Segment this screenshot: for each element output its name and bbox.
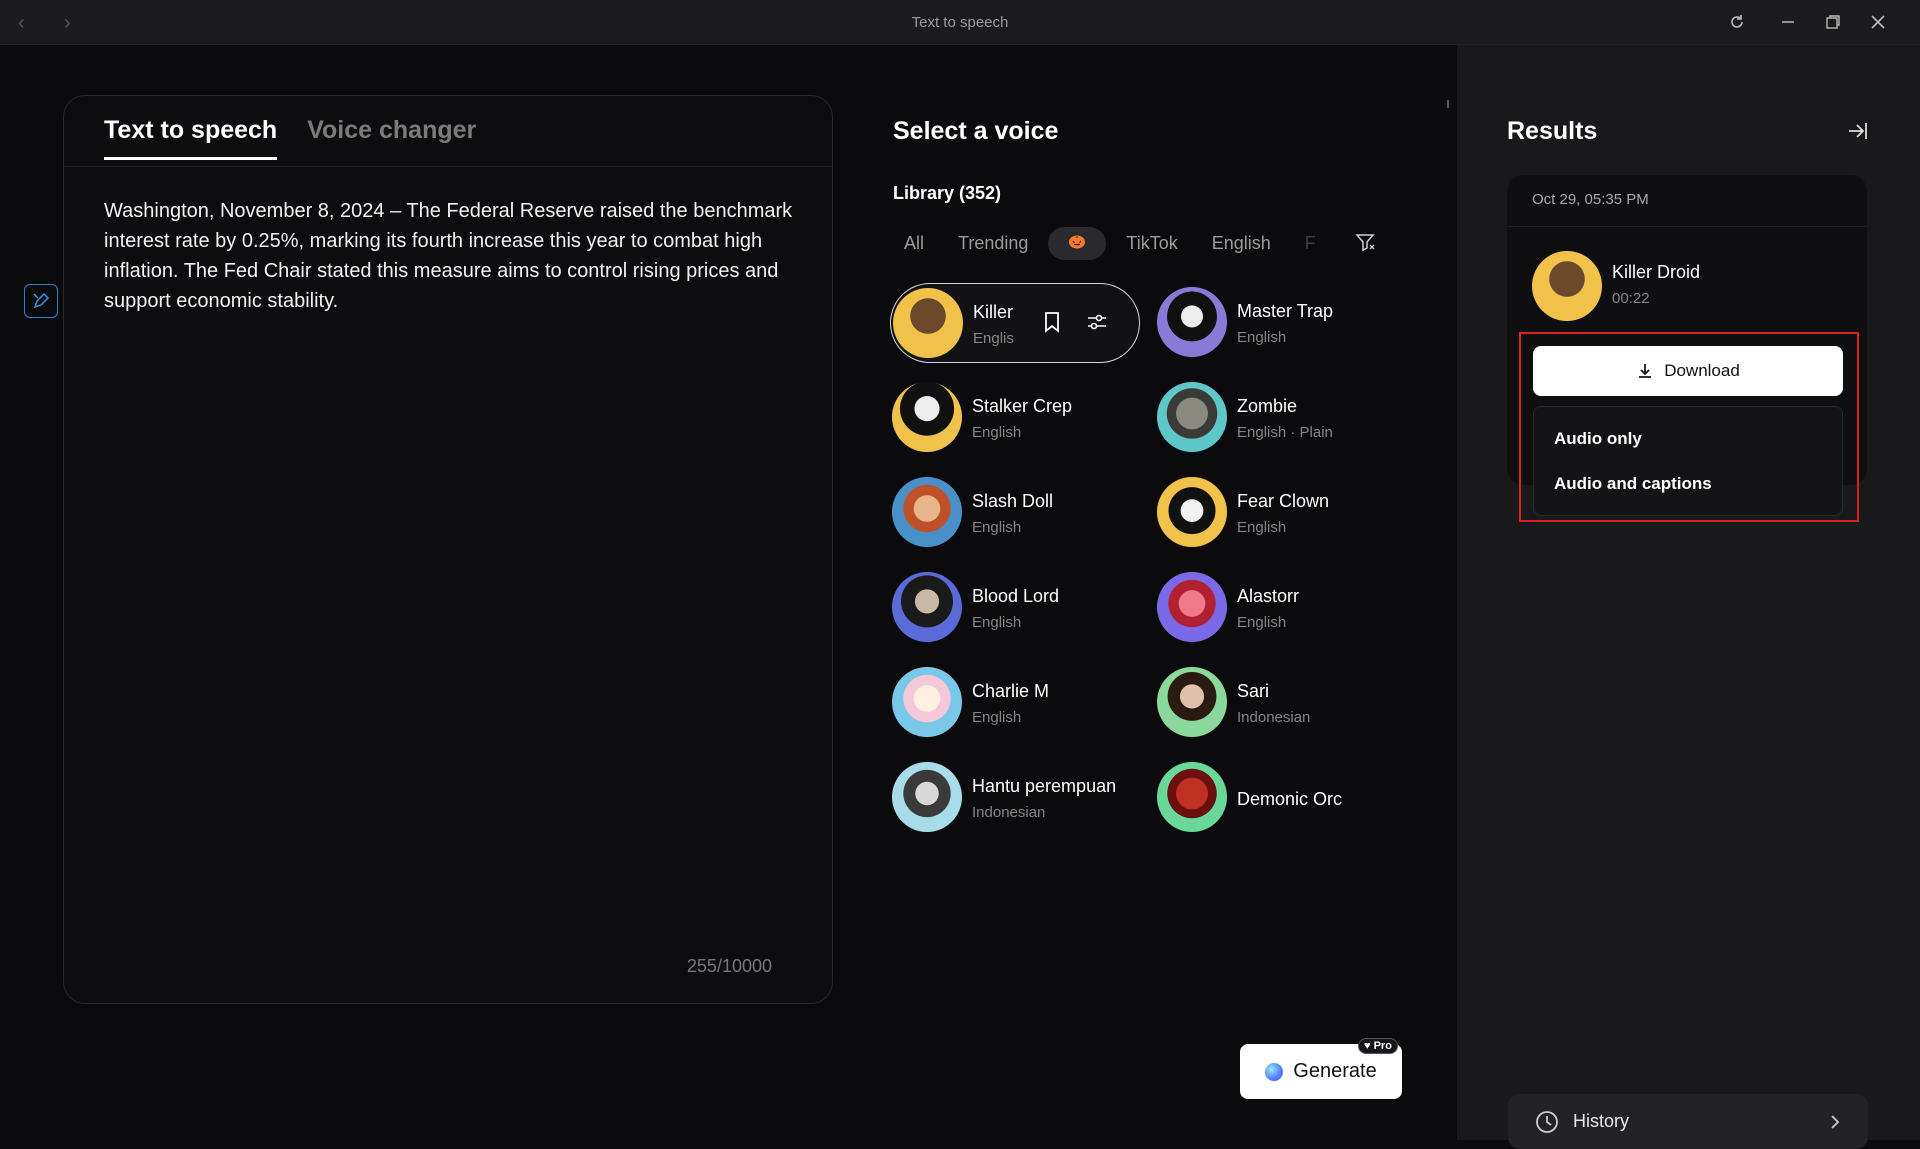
tab-text-to-speech[interactable]: Text to speech xyxy=(104,116,278,160)
menu-item-audio-only[interactable]: Audio only xyxy=(1554,429,1642,449)
mode-tabs: Text to speech Voice changer xyxy=(104,116,476,160)
voice-language: Englis xyxy=(973,330,1014,347)
sparkle-orb-icon xyxy=(1265,1062,1284,1081)
voice-language: Indonesian xyxy=(972,804,1046,821)
halloween-pumpkin-icon xyxy=(1069,235,1086,249)
download-menu: Audio only Audio and captions xyxy=(1533,406,1843,516)
voice-name: Sari xyxy=(1237,681,1270,701)
filter-english[interactable]: English xyxy=(1198,225,1285,262)
library-label: Library (352) xyxy=(893,183,1002,203)
voice-name: Charlie M xyxy=(972,681,1050,701)
voice-name: Stalker Crep xyxy=(972,396,1073,416)
avatar xyxy=(893,288,963,358)
voice-language: English xyxy=(1237,329,1287,346)
avatar xyxy=(1157,287,1227,357)
voice-name: Zombie xyxy=(1237,396,1298,416)
close-icon[interactable] xyxy=(1866,10,1890,34)
avatar xyxy=(1157,572,1227,642)
voice-name: Fear Clown xyxy=(1237,491,1330,511)
filter-more[interactable]: F xyxy=(1291,225,1330,262)
minimize-icon[interactable] xyxy=(1776,10,1800,34)
voice-card-fear-clown[interactable]: Fear Clown English xyxy=(1155,473,1405,553)
history-button[interactable]: History xyxy=(1508,1094,1868,1149)
voice-name: Hantu perempuan xyxy=(972,776,1117,796)
edit-icon[interactable] xyxy=(24,284,58,318)
avatar xyxy=(1157,382,1227,452)
bookmark-icon[interactable] xyxy=(1041,310,1063,334)
scrollbar[interactable] xyxy=(1446,98,1450,998)
results-panel: Results Oct 29, 05:35 PM Killer Droid 00… xyxy=(1457,45,1920,1149)
avatar xyxy=(1157,667,1227,737)
divider xyxy=(1507,226,1867,227)
character-counter: 255/10000 xyxy=(686,956,772,976)
voice-language: English xyxy=(972,709,1022,726)
voice-card-charlie-m[interactable]: Charlie M English xyxy=(890,663,1140,743)
tab-voice-changer[interactable]: Voice changer xyxy=(307,116,476,160)
download-button[interactable]: Download xyxy=(1533,346,1843,396)
voice-card-killer[interactable]: Killer Englis xyxy=(890,283,1140,363)
section-title: Select a voice xyxy=(893,117,1059,145)
filter-icon[interactable] xyxy=(1354,231,1376,253)
voice-card-stalker-crep[interactable]: Stalker Crep English xyxy=(890,378,1140,458)
voice-name: Slash Doll xyxy=(972,491,1054,511)
download-label: Download xyxy=(1664,361,1740,380)
voice-name: Alastorr xyxy=(1237,586,1300,606)
voice-language: English xyxy=(1237,614,1287,631)
voice-card-demonic-orc[interactable]: Demonic Orc xyxy=(1155,758,1405,838)
filter-tiktok[interactable]: TikTok xyxy=(1112,225,1191,262)
voice-language: English xyxy=(972,424,1022,441)
filter-tabs: All Trending TikTok English F xyxy=(890,225,1330,262)
voice-card-master-trap[interactable]: Master Trap English xyxy=(1155,283,1405,363)
generate-label: Generate xyxy=(1293,1060,1377,1082)
restore-icon[interactable] xyxy=(1821,10,1845,34)
pro-badge: ♥ Pro xyxy=(1358,1038,1398,1054)
refresh-icon[interactable] xyxy=(1725,10,1749,34)
window-title: Text to speech xyxy=(911,14,1009,31)
voice-name: Master Trap xyxy=(1237,301,1334,321)
results-title: Results xyxy=(1507,117,1598,145)
download-icon xyxy=(1639,364,1652,378)
voice-language: English xyxy=(972,614,1022,631)
text-editor-panel: Text to speech Voice changer Washington,… xyxy=(63,95,833,1004)
chevron-right-icon xyxy=(1831,1115,1840,1129)
menu-item-audio-and-captions[interactable]: Audio and captions xyxy=(1554,474,1712,494)
voice-card-sari[interactable]: Sari Indonesian xyxy=(1155,663,1405,743)
voice-language: English xyxy=(1237,519,1287,536)
voice-card-slash-doll[interactable]: Slash Doll English xyxy=(890,473,1140,553)
voice-language: English · Plain xyxy=(1237,424,1333,441)
avatar xyxy=(1532,251,1602,321)
avatar xyxy=(892,572,962,642)
result-duration: 00:22 xyxy=(1612,290,1650,307)
voice-card-alastorr[interactable]: Alastorr English xyxy=(1155,568,1405,648)
avatar xyxy=(1157,762,1227,832)
avatar xyxy=(892,382,962,452)
voice-card-blood-lord[interactable]: Blood Lord English xyxy=(890,568,1140,648)
script-text-input[interactable]: Washington, November 8, 2024 – The Feder… xyxy=(104,196,804,316)
voice-language: English xyxy=(972,519,1022,536)
settings-sliders-icon[interactable] xyxy=(1085,310,1109,334)
filter-trending[interactable]: Trending xyxy=(944,225,1042,262)
filter-all[interactable]: All xyxy=(890,225,938,262)
avatar xyxy=(1157,477,1227,547)
result-date: Oct 29, 05:35 PM xyxy=(1532,191,1649,208)
history-label: History xyxy=(1573,1111,1630,1131)
voice-name: Killer xyxy=(973,302,1014,322)
avatar xyxy=(892,762,962,832)
voice-name: Demonic Orc xyxy=(1237,789,1343,809)
voice-card-hantu-perempuan[interactable]: Hantu perempuan Indonesian xyxy=(890,758,1140,838)
collapse-panel-icon[interactable] xyxy=(1845,119,1869,143)
voice-language: Indonesian xyxy=(1237,709,1311,726)
history-icon xyxy=(1536,1111,1558,1133)
divider xyxy=(64,166,832,167)
voice-name: Blood Lord xyxy=(972,586,1060,606)
voice-card-zombie[interactable]: Zombie English · Plain xyxy=(1155,378,1405,458)
filter-halloween[interactable] xyxy=(1048,227,1107,260)
avatar xyxy=(892,477,962,547)
result-voice-name: Killer Droid xyxy=(1612,262,1701,282)
avatar xyxy=(892,667,962,737)
title-bar: ‹ › Text to speech xyxy=(0,0,1920,45)
